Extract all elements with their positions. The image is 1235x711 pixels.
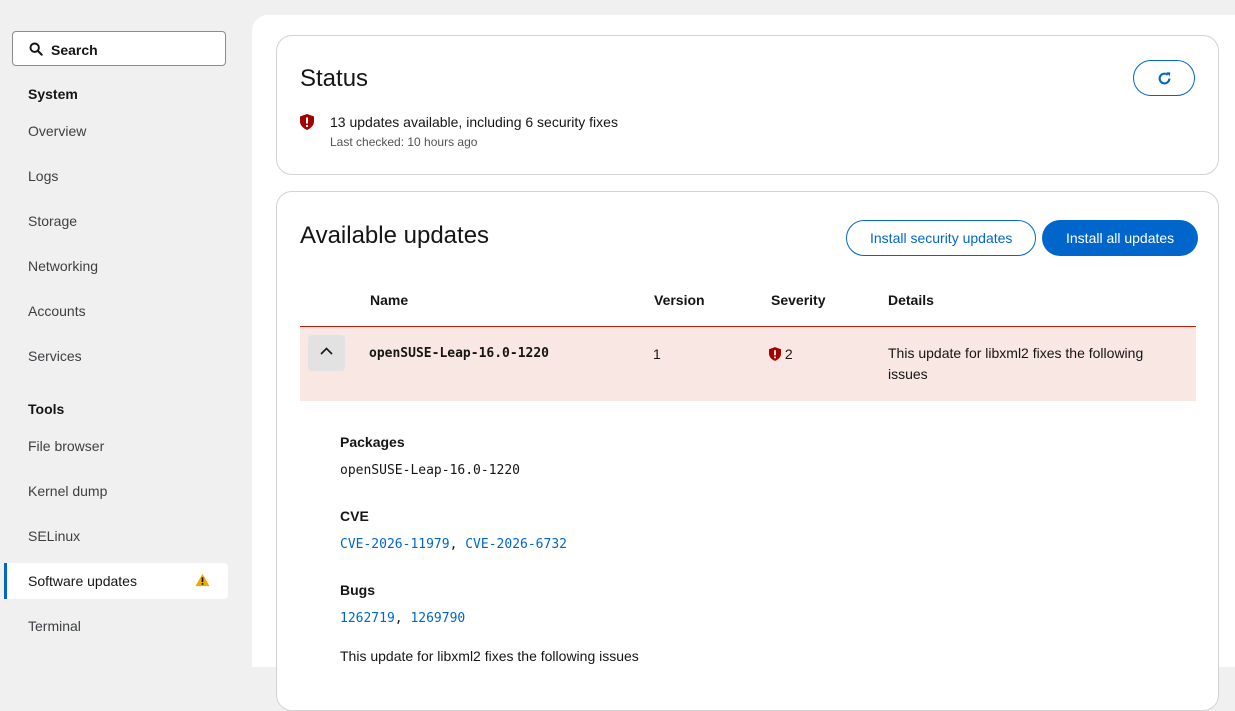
search-icon — [29, 42, 43, 56]
nav-group-system-title: System — [28, 86, 78, 102]
refresh-icon — [1158, 72, 1171, 85]
sidebar-item-overview[interactable]: Overview — [4, 113, 228, 149]
sidebar-item-terminal[interactable]: Terminal — [4, 608, 228, 644]
status-summary-text: 13 updates available, including 6 securi… — [330, 114, 618, 130]
column-header-name[interactable]: Name — [370, 292, 408, 308]
search-input[interactable] — [49, 32, 223, 67]
status-card: Status 13 updates available, including 6… — [276, 35, 1219, 175]
update-severity: 2 — [769, 346, 793, 362]
status-title: Status — [300, 65, 369, 92]
bug-link[interactable]: 1269790 — [410, 611, 465, 626]
sidebar-item-label: Software updates — [28, 573, 137, 589]
sidebar-item-selinux[interactable]: SELinux — [4, 518, 228, 554]
update-name: openSUSE-Leap-16.0-1220 — [369, 346, 550, 361]
sidebar-item-logs[interactable]: Logs — [4, 158, 228, 194]
bug-link[interactable]: 1262719 — [340, 611, 395, 626]
severity-count: 2 — [784, 346, 793, 362]
column-header-version[interactable]: Version — [654, 292, 705, 308]
sidebar-item-kernel-dump[interactable]: Kernel dump — [4, 473, 228, 509]
sidebar: System Overview Logs Storage Networking … — [0, 0, 252, 667]
refresh-button[interactable] — [1133, 60, 1195, 96]
sidebar-item-software-updates[interactable]: Software updates — [4, 563, 228, 599]
nav-group-tools-title: Tools — [28, 401, 65, 417]
warning-triangle-icon — [195, 573, 210, 587]
packages-value: openSUSE-Leap-16.0-1220 — [340, 463, 521, 478]
search-box[interactable] — [12, 31, 226, 67]
update-description: This update for libxml2 fixes the follow… — [340, 648, 639, 664]
last-checked-text: Last checked: 10 hours ago — [330, 135, 478, 149]
security-shield-icon — [769, 347, 781, 361]
sidebar-item-file-browser[interactable]: File browser — [4, 428, 228, 464]
cve-link[interactable]: CVE-2026-11979 — [340, 537, 450, 552]
security-shield-icon — [300, 114, 314, 130]
column-header-severity[interactable]: Severity — [771, 292, 825, 308]
main-content: Status 13 updates available, including 6… — [252, 15, 1235, 711]
update-details: This update for libxml2 fixes the follow… — [888, 345, 1144, 382]
bug-separator: , — [394, 611, 411, 626]
column-header-details[interactable]: Details — [888, 292, 934, 308]
chevron-up-icon — [320, 347, 333, 355]
sidebar-item-services[interactable]: Services — [4, 338, 228, 374]
packages-label: Packages — [340, 434, 405, 450]
bugs-list: 1262719, 1269790 — [340, 611, 465, 626]
cve-label: CVE — [340, 508, 369, 524]
available-updates-title: Available updates — [300, 222, 490, 249]
cve-link[interactable]: CVE-2026-6732 — [465, 537, 567, 552]
sidebar-item-networking[interactable]: Networking — [4, 248, 228, 284]
install-security-updates-button[interactable]: Install security updates — [846, 220, 1037, 256]
table-row[interactable]: openSUSE-Leap-16.0-1220 1 2 This update … — [300, 326, 1196, 401]
sidebar-item-accounts[interactable]: Accounts — [4, 293, 228, 329]
install-all-updates-button[interactable]: Install all updates — [1042, 220, 1199, 256]
sidebar-item-storage[interactable]: Storage — [4, 203, 228, 239]
row-collapse-toggle[interactable] — [308, 335, 345, 371]
cve-list: CVE-2026-11979, CVE-2026-6732 — [340, 537, 567, 552]
bugs-label: Bugs — [340, 582, 375, 598]
available-updates-card: Available updates Install security updat… — [276, 191, 1219, 711]
cve-separator: , — [449, 537, 466, 552]
update-version: 1 — [653, 346, 661, 362]
